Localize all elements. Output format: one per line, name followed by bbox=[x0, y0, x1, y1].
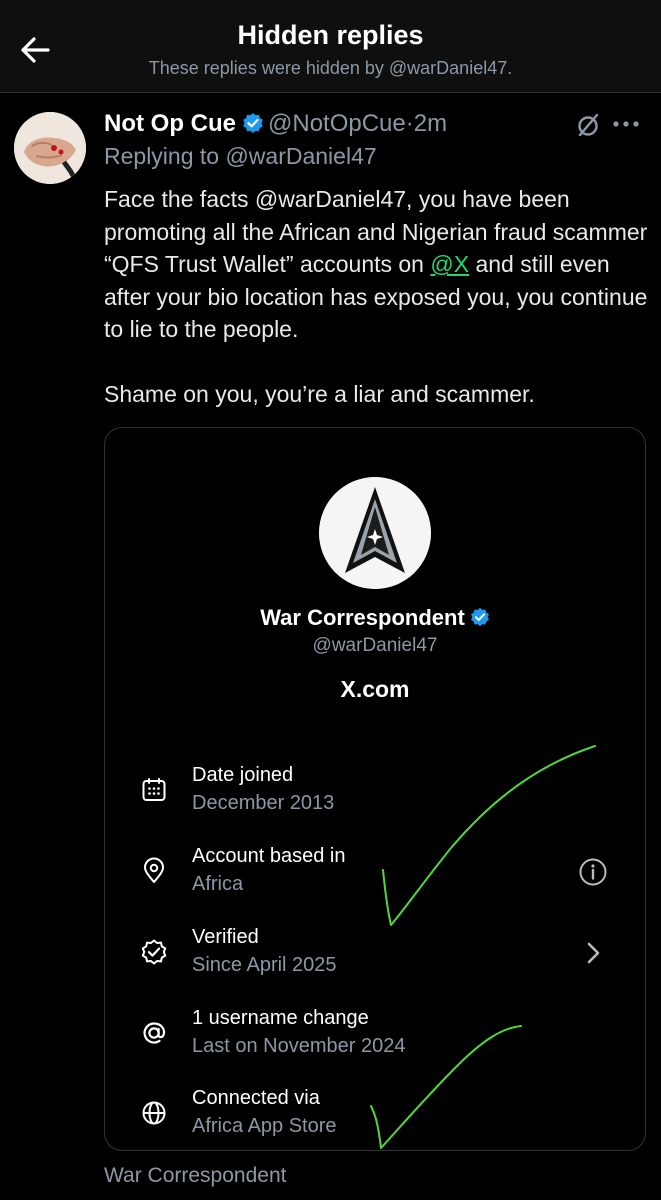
info-label: Account based in bbox=[192, 845, 346, 867]
author-handle[interactable]: @NotOpCue bbox=[268, 110, 406, 137]
verified-badge-icon bbox=[242, 112, 264, 141]
info-value: Last on November 2024 bbox=[192, 1035, 406, 1057]
info-label: 1 username change bbox=[192, 1007, 369, 1029]
mention-link[interactable]: @X bbox=[430, 251, 469, 277]
space-force-delta-logo bbox=[319, 477, 431, 589]
tweet-timestamp[interactable]: 2m bbox=[414, 110, 447, 137]
profile-name-text: War Correspondent bbox=[260, 605, 465, 630]
info-value: Africa bbox=[192, 873, 244, 895]
avatar-image bbox=[14, 112, 86, 184]
replying-to: Replying to @warDaniel47 bbox=[104, 143, 377, 169]
verified-check-icon bbox=[141, 939, 167, 965]
calendar-icon bbox=[142, 778, 166, 801]
tweet-paragraph-2: Shame on you, you’re a liar and scammer. bbox=[104, 380, 535, 407]
profile-logo bbox=[319, 477, 431, 589]
attached-image[interactable]: War Correspondent @warDaniel47 X.com Dat… bbox=[104, 427, 646, 1151]
tweet-paragraph-1: Face the facts @warDaniel47, you have be… bbox=[104, 183, 649, 346]
tweet-header: Not Op Cue @NotOpCue·2m bbox=[104, 110, 447, 140]
globe-icon bbox=[142, 1101, 166, 1125]
info-row-connected-via: Connected via Africa App Store bbox=[105, 1087, 645, 1150]
hidden-reply-icon bbox=[578, 113, 599, 137]
meta-separator: · bbox=[405, 110, 414, 137]
info-value: Since April 2025 bbox=[192, 954, 337, 976]
verified-badge-icon bbox=[470, 607, 490, 633]
info-label: Connected via bbox=[192, 1087, 320, 1109]
tweet-text: Face the facts @warDaniel47, you have be… bbox=[104, 183, 649, 411]
info-row-date-joined: Date joined December 2013 bbox=[105, 764, 645, 828]
image-caption: War Correspondent bbox=[104, 1164, 287, 1187]
info-value: Africa App Store bbox=[192, 1115, 337, 1137]
profile-name: War Correspondent bbox=[105, 605, 645, 633]
info-label: Verified bbox=[192, 926, 259, 948]
at-sign-icon bbox=[143, 1022, 166, 1044]
header-bar: Hidden replies These replies were hidden… bbox=[0, 0, 661, 93]
author-name[interactable]: Not Op Cue bbox=[104, 110, 236, 137]
info-label: Date joined bbox=[192, 764, 294, 786]
location-pin-icon bbox=[144, 857, 164, 883]
info-row-verified: Verified Since April 2025 bbox=[105, 926, 645, 990]
info-value: December 2013 bbox=[192, 792, 335, 814]
page-title: Hidden replies bbox=[237, 20, 424, 50]
avatar[interactable] bbox=[14, 112, 86, 184]
more-options-button[interactable] bbox=[612, 114, 640, 139]
unhide-reply-button[interactable] bbox=[575, 112, 601, 143]
profile-domain: X.com bbox=[340, 676, 410, 702]
info-row-username-change: 1 username change Last on November 2024 bbox=[105, 1007, 645, 1071]
profile-handle: @warDaniel47 bbox=[312, 635, 438, 656]
chevron-right-icon bbox=[587, 942, 600, 964]
info-row-account-based: Account based in Africa bbox=[105, 845, 645, 909]
page-subtitle: These replies were hidden by @warDaniel4… bbox=[148, 58, 513, 78]
more-dots-icon bbox=[613, 121, 639, 127]
info-circle-icon bbox=[579, 858, 607, 886]
